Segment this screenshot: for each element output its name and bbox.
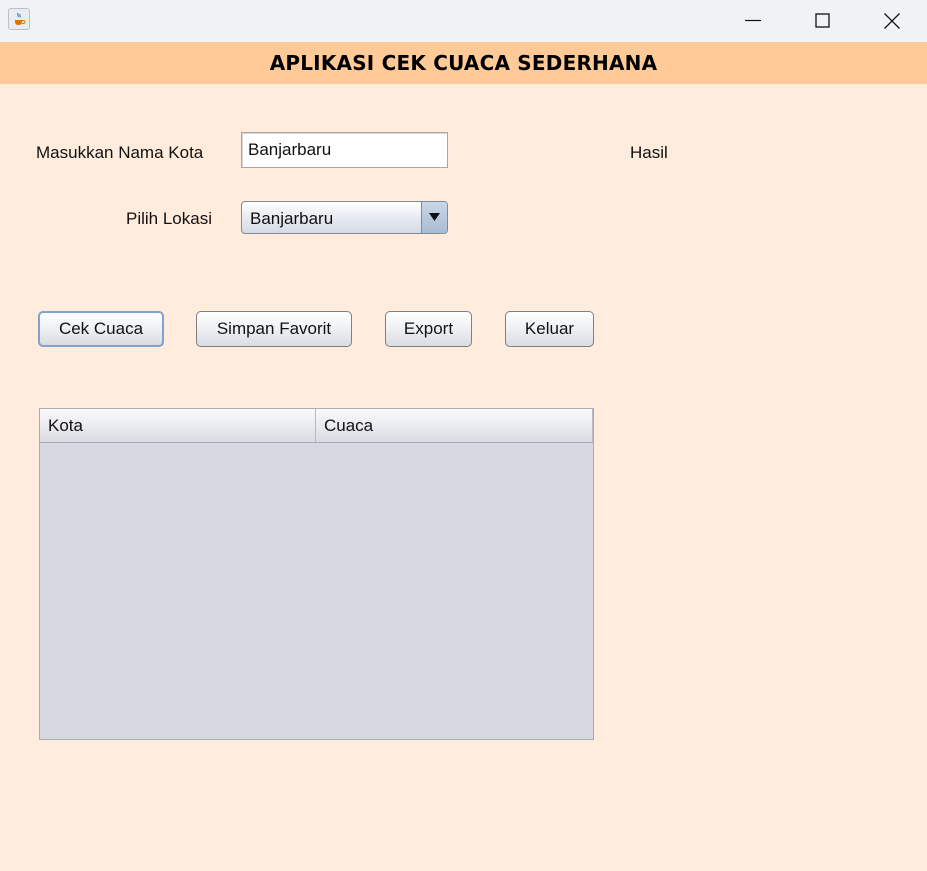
triangle-down-icon xyxy=(429,213,440,221)
check-weather-button[interactable]: Cek Cuaca xyxy=(38,311,164,347)
location-dropdown[interactable]: Banjarbaru xyxy=(241,201,448,234)
close-icon xyxy=(884,13,900,29)
column-header-weather[interactable]: Cuaca xyxy=(316,409,593,442)
export-button[interactable]: Export xyxy=(385,311,472,347)
result-label: Hasil xyxy=(630,143,668,162)
city-name-label: Masukkan Nama Kota xyxy=(36,143,204,162)
window-title-bar[interactable] xyxy=(0,0,927,42)
maximize-icon xyxy=(815,13,830,28)
exit-button[interactable]: Keluar xyxy=(505,311,594,347)
java-cup-icon[interactable] xyxy=(8,8,30,30)
table-header: Kota Cuaca xyxy=(40,409,593,443)
close-button[interactable] xyxy=(857,0,927,42)
weather-table[interactable]: Kota Cuaca xyxy=(39,408,594,740)
location-label: Pilih Lokasi xyxy=(126,209,212,228)
minimize-icon xyxy=(745,19,761,22)
app-title-banner: APLIKASI CEK CUACA SEDERHANA xyxy=(0,42,927,84)
save-favorite-button[interactable]: Simpan Favorit xyxy=(196,311,352,347)
city-name-input[interactable] xyxy=(241,132,448,168)
maximize-button[interactable] xyxy=(788,0,858,42)
dropdown-arrow-button[interactable] xyxy=(421,202,447,233)
location-selected-value: Banjarbaru xyxy=(250,209,334,228)
column-header-city[interactable]: Kota xyxy=(40,409,316,442)
minimize-button[interactable] xyxy=(718,0,788,42)
